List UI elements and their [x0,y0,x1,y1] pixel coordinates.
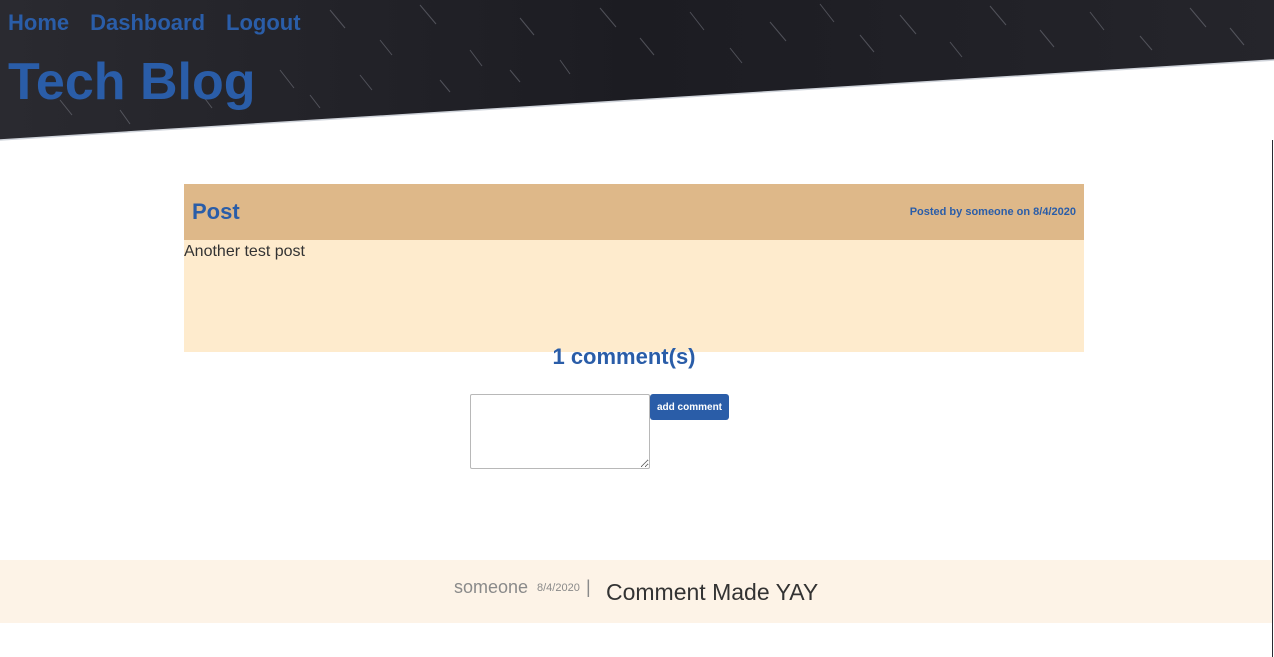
nav-dashboard-link[interactable]: Dashboard [90,9,205,37]
comment-item: someone 8/4/2020 | Comment Made YAY [0,560,1272,623]
comment-separator: | [586,577,591,597]
post-title: Post [192,199,240,224]
comment-date: 8/4/2020 [537,582,580,594]
comment-text: Comment Made YAY [606,579,819,605]
site-title: Tech Blog [8,53,256,111]
comment-count: 1 comment(s) [552,344,696,369]
post-header: Post Posted by someone on 8/4/2020 [184,184,1084,240]
main-nav: Home Dashboard Logout [8,9,301,37]
comment-input[interactable] [470,394,650,469]
site-header: Home Dashboard Logout Tech Blog [0,0,1274,142]
comment-author: someone [454,577,529,597]
nav-home-link[interactable]: Home [8,9,69,37]
comment-form: add comment [470,394,730,469]
post-meta: Posted by someone on 8/4/2020 [909,206,1076,218]
nav-logout-link[interactable]: Logout [226,9,301,37]
post-card: Post Posted by someone on 8/4/2020 Anoth… [184,184,1084,352]
add-comment-button[interactable]: add comment [650,394,730,420]
page-edge-divider [1272,140,1273,657]
post-body: Another test post [184,243,305,260]
